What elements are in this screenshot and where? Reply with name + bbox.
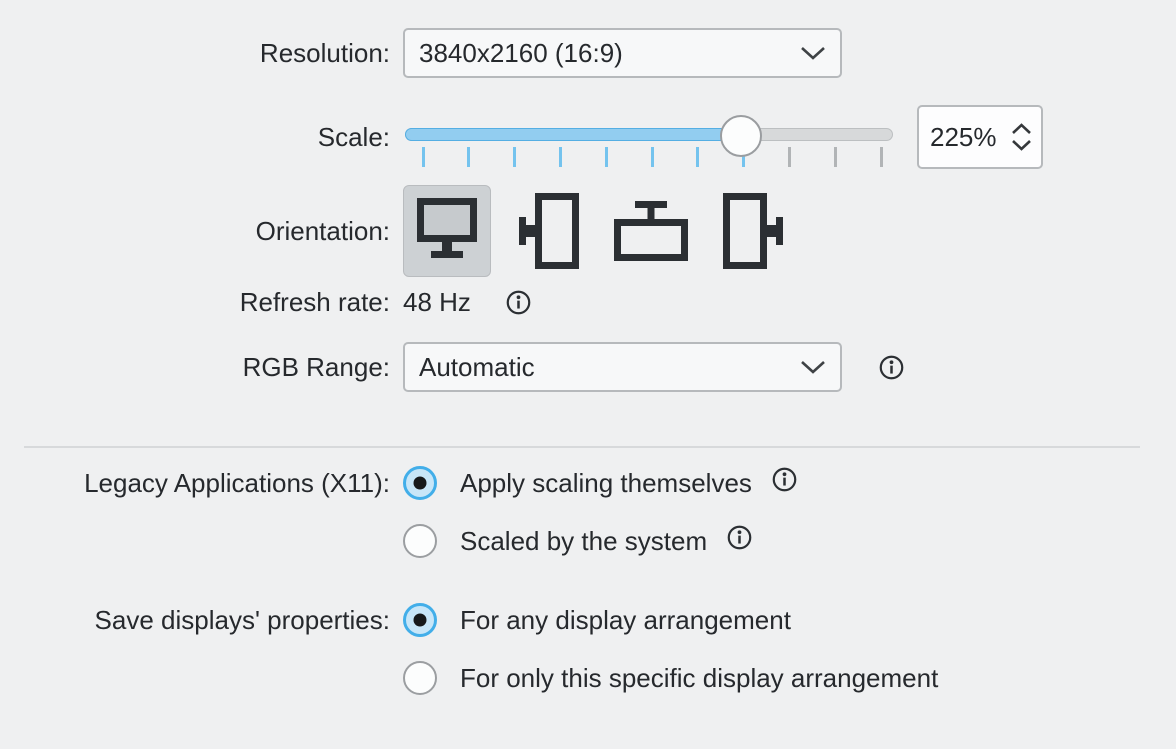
monitor-portrait-flipped-icon [723, 193, 783, 269]
scale-spinbox[interactable]: 225% [917, 105, 1043, 169]
radio-option-specific-arrangement[interactable]: For only this specific display arrangeme… [403, 661, 938, 695]
chevron-down-icon [800, 46, 826, 60]
radio-option-label[interactable]: For any display arrangement [460, 605, 791, 636]
radio-button[interactable] [403, 524, 437, 558]
radio-option-any-arrangement[interactable]: For any display arrangement [403, 603, 791, 637]
scale-label: Scale: [0, 105, 390, 169]
rgb-range-value: Automatic [419, 352, 800, 383]
orientation-label: Orientation: [0, 185, 390, 277]
refresh-rate-row: Refresh rate: 48 Hz [0, 288, 1176, 316]
monitor-landscape-icon [417, 198, 477, 264]
orientation-landscape-flipped-button[interactable] [607, 185, 695, 277]
orientation-row: Orientation: [0, 185, 1176, 277]
radio-option-label[interactable]: For only this specific display arrangeme… [460, 663, 938, 694]
slider-fill [405, 128, 741, 141]
orientation-portrait-flipped-button[interactable] [709, 185, 797, 277]
resolution-row: Resolution: 3840x2160 (16:9) [0, 28, 1176, 78]
info-icon[interactable] [772, 467, 797, 499]
orientation-portrait-button[interactable] [505, 185, 593, 277]
resolution-value: 3840x2160 (16:9) [419, 38, 800, 69]
radio-option-apply-scaling-themselves[interactable]: Apply scaling themselves [403, 466, 797, 500]
radio-option-label[interactable]: Scaled by the system [460, 526, 707, 557]
chevron-down-icon [800, 360, 826, 374]
rgb-range-row: RGB Range: Automatic [0, 342, 1176, 392]
resolution-dropdown[interactable]: 3840x2160 (16:9) [403, 28, 842, 78]
refresh-rate-value: 48 Hz [403, 288, 471, 316]
rgb-range-dropdown[interactable]: Automatic [403, 342, 842, 392]
radio-button[interactable] [403, 603, 437, 637]
refresh-rate-label: Refresh rate: [0, 288, 390, 316]
info-icon[interactable] [506, 290, 531, 322]
radio-button[interactable] [403, 661, 437, 695]
scale-value: 225% [930, 122, 1011, 153]
info-icon[interactable] [727, 525, 752, 557]
info-icon[interactable] [879, 355, 904, 387]
spin-down-icon[interactable] [1011, 139, 1032, 151]
radio-option-label[interactable]: Apply scaling themselves [460, 468, 752, 499]
display-settings-panel: Resolution: 3840x2160 (16:9) Scale: 225% [0, 0, 1176, 749]
monitor-landscape-flipped-icon [614, 201, 688, 261]
resolution-label: Resolution: [0, 28, 390, 78]
save-properties-label: Save displays' properties: [0, 603, 390, 637]
monitor-portrait-icon [519, 193, 579, 269]
section-separator [24, 446, 1140, 448]
slider-handle[interactable] [720, 115, 762, 157]
orientation-landscape-button[interactable] [403, 185, 491, 277]
scale-row: Scale: 225% [0, 105, 1176, 169]
legacy-applications-label: Legacy Applications (X11): [0, 466, 390, 500]
spin-up-icon[interactable] [1011, 123, 1032, 135]
radio-button[interactable] [403, 466, 437, 500]
scale-slider[interactable] [403, 105, 895, 169]
rgb-range-label: RGB Range: [0, 342, 390, 392]
orientation-buttons [403, 185, 797, 277]
radio-option-scaled-by-system[interactable]: Scaled by the system [403, 524, 752, 558]
